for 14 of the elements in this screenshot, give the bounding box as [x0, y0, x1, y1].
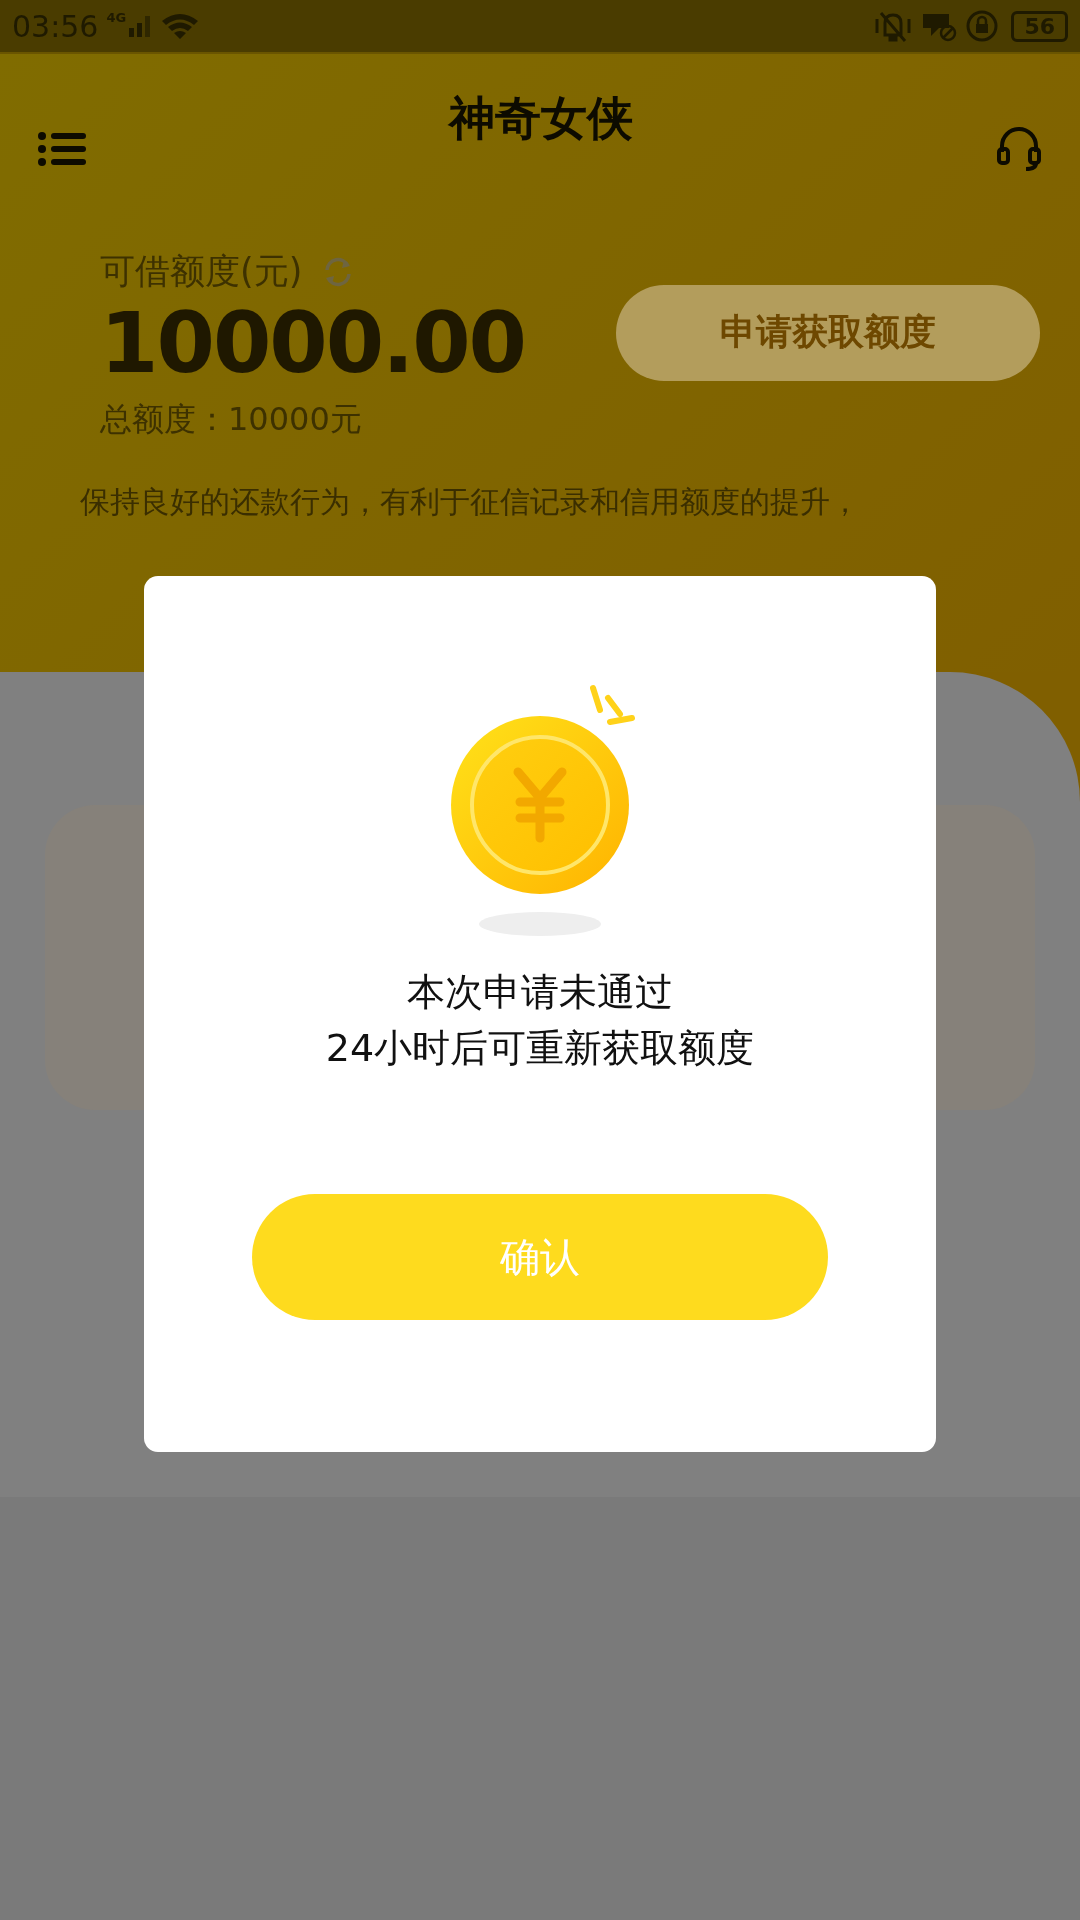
headset-icon[interactable] — [996, 126, 1042, 172]
signal-icon — [128, 13, 153, 39]
total-credit: 总额度：10000元 — [100, 398, 363, 440]
wifi-icon — [160, 11, 201, 41]
app-title: 神奇女侠 — [449, 90, 633, 147]
credit-tip: 保持良好的还款行为，有利于征信记录和信用额度的提升， — [80, 482, 861, 521]
lock-rotation-icon — [965, 9, 1000, 43]
mute-bell-icon — [873, 9, 914, 43]
credit-label: 可借额度(元) — [100, 250, 303, 293]
credit-amount: 10000.00 — [100, 295, 526, 392]
dialog-message: 24小时后可重新获取额度 — [325, 1025, 755, 1072]
menu-icon[interactable] — [38, 132, 86, 166]
dialog-message: 本次申请未通过 — [407, 969, 673, 1016]
apply-credit-button[interactable]: 申请获取额度 — [616, 284, 1040, 381]
